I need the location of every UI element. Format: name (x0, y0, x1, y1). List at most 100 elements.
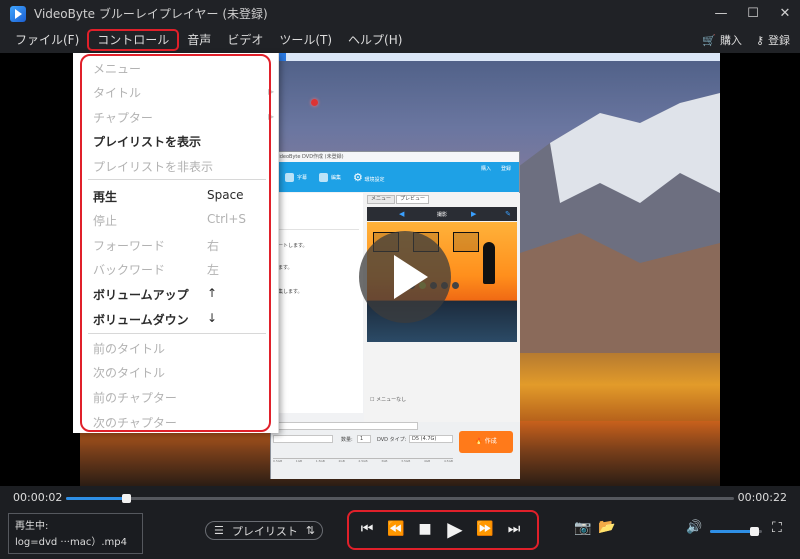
embedded-left-panel: ポートします。 します。 編集します。 (271, 193, 363, 413)
current-time: 00:00:02 (13, 491, 63, 504)
embedded-nav-label: 撮影 (436, 211, 447, 218)
embedded-nav: ◀ 撮影 ▶ ✎ (367, 207, 517, 221)
fullscreen-icon[interactable]: ⛶ (772, 520, 782, 536)
shortcut-play: Space (207, 188, 244, 202)
next-icon[interactable]: ⏭ (504, 520, 524, 538)
maximize-icon[interactable]: ☐ (746, 6, 760, 21)
cart-icon: 🛒 (702, 34, 716, 47)
menu-option-next-chapter[interactable]: 次のチャプター (93, 414, 177, 431)
gear-icon: ⚙ (353, 170, 363, 184)
menu-option-volume-down[interactable]: ボリュームダウン (93, 311, 189, 328)
register-link[interactable]: ⚷ 登録 (756, 32, 790, 48)
playlist-button[interactable]: ☰ プレイリスト ⇅ (205, 521, 323, 540)
menu-separator (88, 333, 266, 334)
embedded-edit-icon: ✎ (505, 210, 511, 218)
embedded-path-field (273, 422, 418, 430)
embedded-tool-settings: ⚙ 環境設定 (353, 170, 385, 184)
minimize-icon[interactable]: — (714, 6, 728, 21)
rewind-icon[interactable]: ⏪ (386, 520, 406, 538)
stop-icon[interactable]: ■ (415, 520, 435, 538)
camera-icon[interactable]: 📷 (574, 520, 591, 536)
embedded-ruler: 0.5GB 1GB 1.5GB 2GB 2.5GB 3GB 3.5GB 4GB 4.5GB (273, 458, 453, 463)
menu-option-prev-chapter[interactable]: 前のチャプター (93, 389, 177, 406)
purchase-label: 購入 (719, 34, 742, 47)
menu-option-backward[interactable]: バックワード (93, 261, 165, 278)
account-links: 🛒 購入 ⚷ 登録 (702, 27, 790, 53)
menu-option-forward[interactable]: フォーワード (93, 237, 165, 254)
total-time: 00:00:22 (737, 491, 787, 504)
folder-icon[interactable]: 📂 (598, 519, 615, 535)
embedded-dvdtype-label: DVD タイプ: (377, 437, 407, 443)
menu-option-show-playlist[interactable]: プレイリストを表示 (93, 133, 201, 150)
embedded-count-label: 数量: (341, 437, 353, 443)
submenu-arrow-icon: ▶ (268, 112, 275, 121)
window-controls: — ☐ ✕ (714, 0, 792, 27)
volume-icon[interactable]: 🔊 (686, 520, 702, 535)
seek-slider[interactable] (66, 494, 734, 503)
window-title: VideoByte ブルーレイプレイヤー (未登録) (34, 7, 268, 21)
photographer-silhouette (483, 242, 495, 284)
menu-help[interactable]: ヘルプ(H) (340, 29, 410, 51)
fast-forward-icon[interactable]: ⏩ (475, 520, 495, 538)
list-icon: ☰ (214, 524, 224, 537)
embedded-purchase: 購入 (480, 166, 491, 172)
embedded-bottom: 数量: 1 DVD タイプ: D5 (4.7G) 🔥 作成 0.5GB 1GB 1.… (271, 422, 520, 479)
embedded-field (273, 435, 333, 443)
seek-fill (66, 497, 127, 500)
volume-fill (710, 530, 755, 533)
shortcut-volume-down: ↓ (207, 311, 218, 325)
purchase-link[interactable]: 🛒 購入 (702, 32, 742, 48)
menu-option-play[interactable]: 再生 (93, 188, 117, 205)
shortcut-stop: Ctrl+S (207, 212, 247, 226)
embedded-no-menu: ☐ メニューなし (370, 397, 407, 403)
title-bar: VideoByte ブルーレイプレイヤー (未登録) — ☐ ✕ (0, 0, 800, 27)
now-playing-box: 再生中: log=dvd ···mac）.mp4 (8, 513, 143, 554)
embedded-title: VideoByte DVD作成 (未登録) (271, 152, 519, 162)
menu-option-stop[interactable]: 停止 (93, 212, 117, 229)
shortcut-forward: 右 (207, 239, 220, 253)
menu-option-prev-title[interactable]: 前のタイトル (93, 340, 165, 357)
menu-option-hide-playlist[interactable]: プレイリストを非表示 (93, 158, 213, 175)
volume-slider[interactable] (710, 527, 762, 536)
video-top-strip (270, 53, 720, 61)
play-icon[interactable]: ▶ (445, 519, 465, 539)
previous-icon[interactable]: ⏮ (357, 520, 377, 538)
shortcut-volume-up: ↑ (207, 286, 218, 300)
sort-icon: ⇅ (305, 524, 316, 537)
menu-option-chapter[interactable]: チャプター (93, 109, 153, 126)
shortcut-backward: 左 (207, 263, 220, 277)
progress-bar-area: 00:00:02 00:00:22 (0, 486, 800, 510)
menu-option-next-title[interactable]: 次のタイトル (93, 364, 165, 381)
volume-thumb[interactable] (750, 527, 760, 536)
embedded-tabs: メニュー プレビュー (364, 193, 520, 206)
app-logo-icon (10, 5, 26, 22)
now-playing-label: 再生中: (15, 521, 49, 532)
menu-audio[interactable]: 音声 (179, 29, 219, 51)
embedded-tab-menu: メニュー (367, 195, 396, 204)
embedded-account: 購入 登録 (481, 165, 511, 172)
seek-thumb[interactable] (122, 494, 132, 503)
close-icon[interactable]: ✕ (778, 6, 792, 21)
menu-video[interactable]: ビデオ (219, 29, 271, 51)
cursor-highlight (311, 99, 318, 106)
submenu-arrow-icon: ▶ (268, 87, 275, 96)
menu-option-volume-up[interactable]: ボリュームアップ (93, 286, 189, 303)
menu-bar: ファイル(F) コントロール 音声 ビデオ ツール(T) ヘルプ(H) 🛒 購入 … (0, 27, 800, 53)
key-icon: ⚷ (755, 34, 764, 47)
embedded-count-value: 1 (357, 435, 371, 443)
menu-tools[interactable]: ツール(T) (271, 29, 340, 51)
embedded-register: 登録 (500, 166, 511, 172)
menu-option-menu[interactable]: メニュー (93, 60, 141, 77)
menu-file[interactable]: ファイル(F) (7, 29, 87, 51)
embedded-tool-subtitle: 字幕 (285, 172, 307, 182)
player-controls: 再生中: log=dvd ···mac）.mp4 ☰ プレイリスト ⇅ ⏮ ⏪ … (0, 510, 800, 559)
now-playing-file: log=dvd ···mac）.mp4 (15, 537, 127, 548)
embedded-prev-icon: ◀ (399, 210, 405, 218)
playlist-label: プレイリスト (231, 524, 298, 538)
scene-thumb (453, 232, 479, 252)
big-play-icon (359, 231, 451, 323)
menu-option-title[interactable]: タイトル (93, 84, 141, 101)
embedded-make-button: 🔥 作成 (459, 431, 513, 453)
menu-control[interactable]: コントロール (87, 29, 180, 51)
embedded-tool-edit: 編集 (319, 172, 341, 182)
